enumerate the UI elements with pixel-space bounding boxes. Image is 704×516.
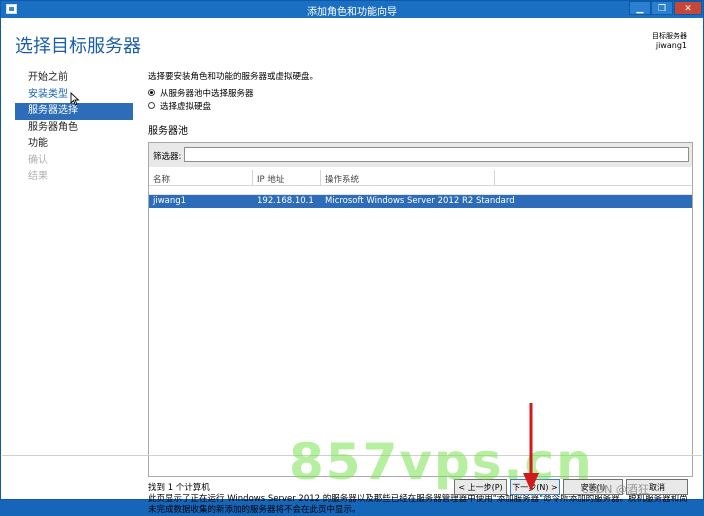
close-icon[interactable]: ✕ [674, 1, 702, 15]
found-count: 找到 1 个计算机 [148, 483, 210, 493]
previous-button[interactable]: < 上一步(P) [454, 479, 507, 495]
table-row[interactable]: jiwang1 192.168.10.1 Microsoft Windows S… [149, 195, 692, 208]
server-pool-heading: 服务器池 [148, 126, 188, 137]
next-button[interactable]: 下一步(N) > [510, 479, 560, 495]
step-confirmation: 确认 [28, 154, 48, 166]
info-note: 此页显示了正在运行 Windows Server 2012 的服务器以及那些已经… [148, 494, 688, 515]
step-results: 结果 [28, 171, 48, 182]
page-title: 选择目标服务器 [15, 36, 141, 57]
column-header-os[interactable]: 操作系统 [325, 173, 359, 185]
filter-bar: 筛选器: [149, 143, 692, 167]
step-features[interactable]: 功能 [15, 136, 133, 153]
mouse-cursor-icon [70, 92, 80, 106]
cancel-button[interactable]: 取消 [626, 479, 688, 495]
cell-ip: 192.168.10.1 [257, 196, 314, 206]
step-before-you-begin[interactable]: 开始之前 [15, 70, 133, 87]
server-pool-panel: 筛选器: 名称 IP 地址 操作系统 jiwang1 192.168.10.1 … [148, 142, 693, 477]
column-divider[interactable] [494, 170, 495, 185]
radio-virtual-disk-label: 选择虚拟硬盘 [160, 102, 212, 112]
radio-unchecked-icon[interactable] [148, 102, 155, 109]
column-divider[interactable] [252, 170, 253, 185]
destination-server-label: 目标服务器 [652, 32, 687, 40]
column-header-ip[interactable]: IP 地址 [257, 173, 284, 185]
cell-name: jiwang1 [153, 196, 187, 206]
footer-divider [2, 455, 702, 456]
radio-server-pool-label: 从服务器池中选择服务器 [160, 89, 254, 99]
page-header: 选择目标服务器 目标服务器 jiwang1 [2, 18, 702, 66]
maximize-icon[interactable]: ❐ [651, 1, 673, 15]
wizard-steps: 开始之前 安装类型 服务器选择 服务器角色 功能 确认 结果 [15, 70, 133, 186]
column-header-name[interactable]: 名称 [153, 173, 170, 185]
window-title: 添加角色和功能向导 [307, 7, 397, 18]
table-header: 名称 IP 地址 操作系统 [149, 170, 692, 186]
filter-label: 筛选器: [153, 152, 182, 162]
radio-virtual-disk[interactable]: 选择虚拟硬盘 [148, 102, 211, 113]
table-spacer [149, 186, 692, 195]
instruction-text: 选择要安装角色和功能的服务器或虚拟硬盘。 [148, 72, 319, 82]
filter-input[interactable] [184, 147, 689, 162]
step-server-roles[interactable]: 服务器角色 [15, 120, 133, 137]
minimize-icon[interactable]: ▁ [629, 1, 651, 15]
install-button[interactable]: 安装(I) [563, 479, 623, 495]
wizard-window: 添加角色和功能向导 ▁ ❐ ✕ 选择目标服务器 目标服务器 jiwang1 开始… [0, 0, 704, 515]
radio-server-pool[interactable]: 从服务器池中选择服务器 [148, 89, 254, 100]
radio-checked-icon[interactable] [148, 89, 155, 96]
server-table: 名称 IP 地址 操作系统 jiwang1 192.168.10.1 Micro… [149, 170, 692, 208]
cell-os: Microsoft Windows Server 2012 R2 Standar… [325, 196, 515, 206]
column-divider[interactable] [320, 170, 321, 185]
destination-server-name: jiwang1 [655, 41, 687, 50]
title-bar[interactable]: 添加角色和功能向导 ▁ ❐ ✕ [1, 1, 703, 18]
